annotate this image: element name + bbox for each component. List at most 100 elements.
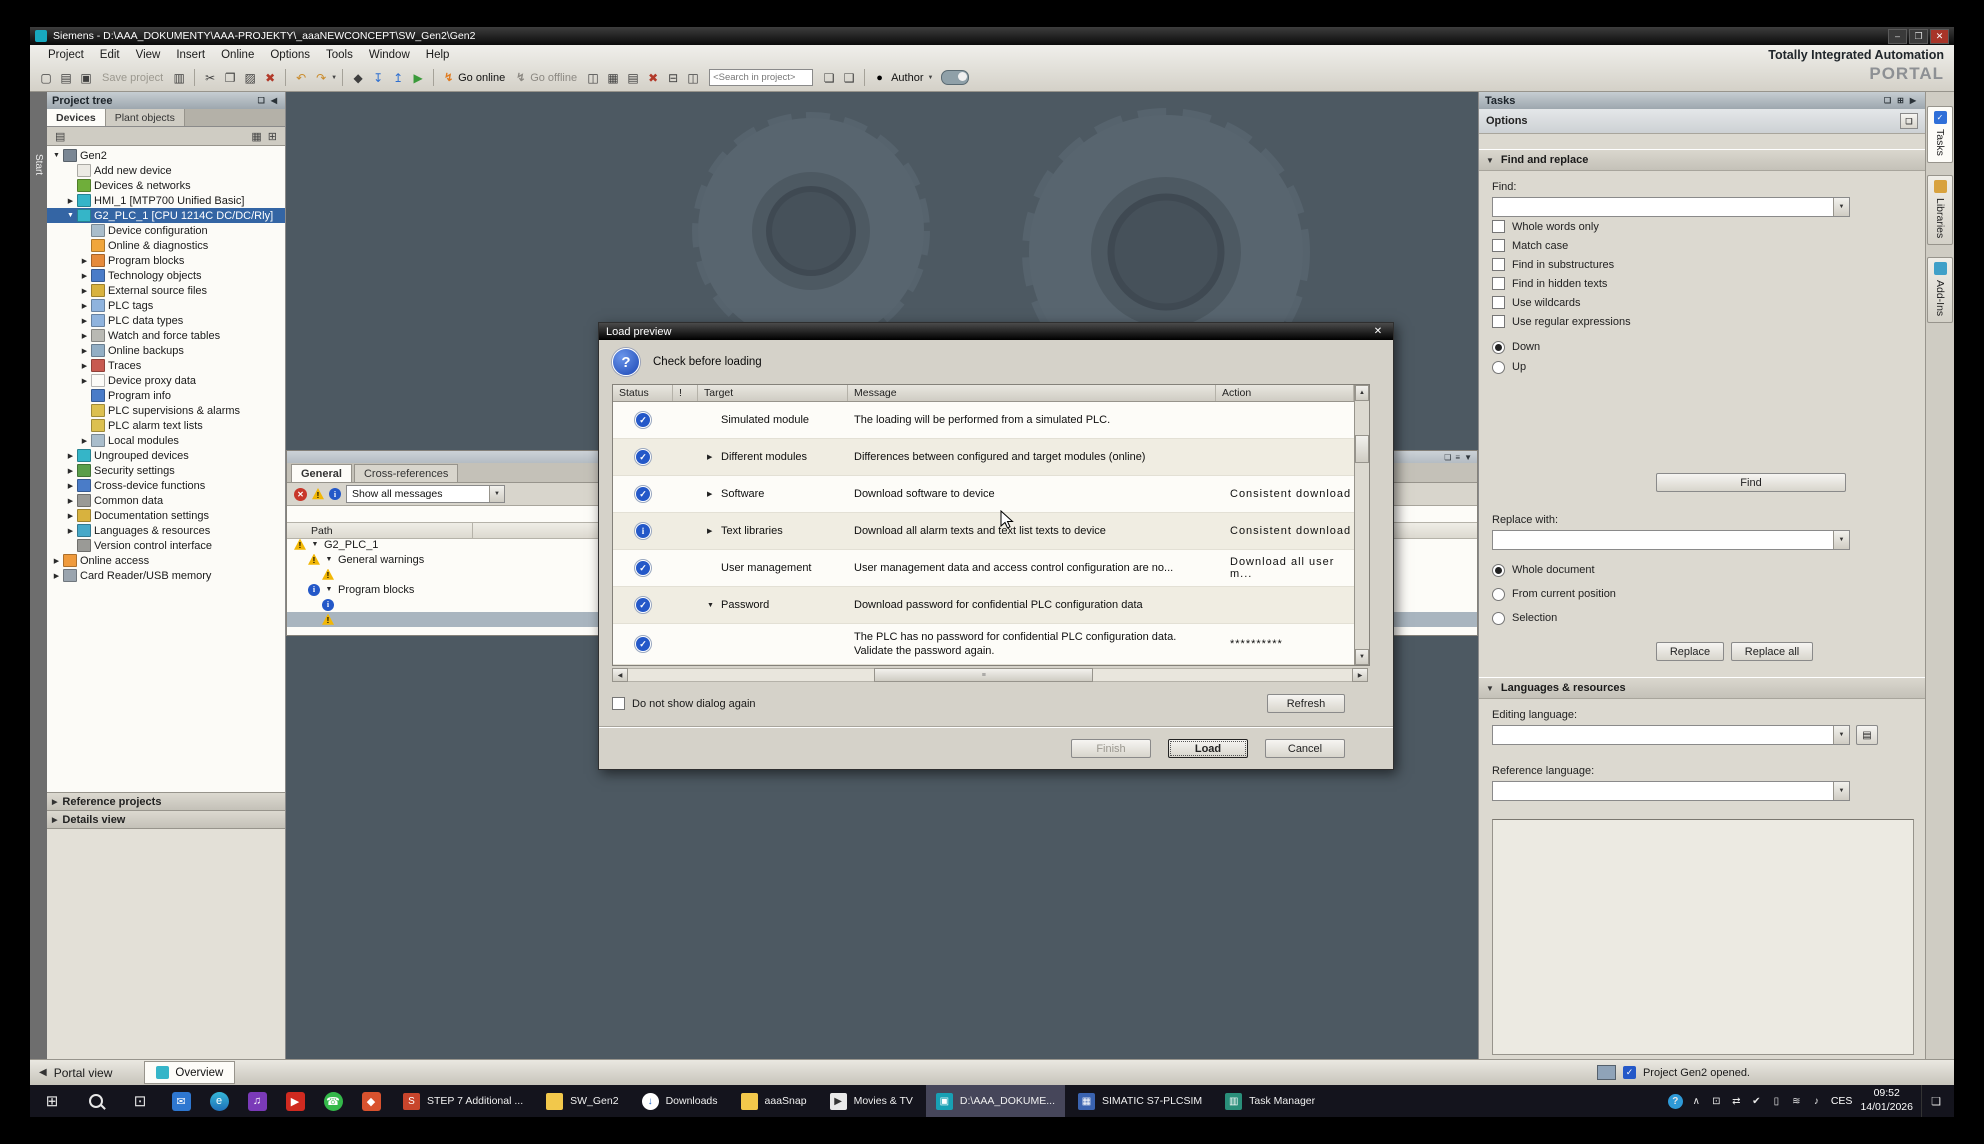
tree-item[interactable]: ▶ Local modules (47, 433, 285, 448)
replace-input[interactable] (1492, 530, 1850, 550)
find-option-row[interactable]: Use regular expressions (1492, 312, 1925, 331)
inspector-tab[interactable]: Cross-references (354, 464, 458, 482)
tree-item[interactable]: ▼ G2_PLC_1 [CPU 1214C DC/DC/Rly] (47, 208, 285, 223)
tree-item[interactable]: ▶ Languages & resources (47, 523, 285, 538)
undo-icon[interactable]: ↶ (291, 68, 311, 87)
menu-item[interactable]: Window (361, 47, 418, 63)
expand-icon[interactable]: ▶ (65, 512, 76, 520)
expand-icon[interactable]: ▶ (79, 257, 90, 265)
options-button[interactable] (1900, 113, 1918, 129)
find-replace-section-header[interactable]: Find and replace (1479, 149, 1925, 171)
menu-item[interactable]: Insert (168, 47, 213, 63)
tree-item[interactable]: ▶ Common data (47, 493, 285, 508)
tree-item[interactable]: ▶ Device proxy data (47, 373, 285, 388)
expand-icon[interactable] (52, 816, 57, 824)
horizontal-scrollbar[interactable] (612, 668, 1368, 682)
expand-all-icon[interactable] (265, 130, 280, 143)
table-row[interactable]: Simulated module The loading will be per… (613, 402, 1354, 439)
start-button[interactable]: ⊞ (30, 1085, 74, 1117)
cross-reference-icon[interactable]: ✖ (643, 68, 663, 87)
download-to-device-icon[interactable]: ↧ (368, 68, 388, 87)
expand-icon[interactable]: ▶ (79, 287, 90, 295)
checkbox[interactable] (1492, 315, 1505, 328)
tree-item[interactable]: ▶ Documentation settings (47, 508, 285, 523)
display-icon[interactable]: ⊡ (1710, 1096, 1723, 1107)
accessible-devices-icon[interactable]: ◫ (583, 68, 603, 87)
panel-menu-icon[interactable] (1455, 453, 1460, 462)
expand-icon[interactable]: ▶ (79, 362, 90, 370)
new-project-icon[interactable]: ▢ (36, 68, 56, 87)
expand-icon[interactable]: ▶ (79, 302, 90, 310)
find-button[interactable]: Find (1656, 473, 1846, 492)
taskbar-window-button[interactable]: S STEP 7 Additional ... (393, 1085, 533, 1117)
tree-item[interactable]: Program info (47, 388, 285, 403)
column-header[interactable]: Message (848, 385, 1216, 401)
column-header[interactable]: Status (613, 385, 673, 401)
radio-button[interactable] (1492, 588, 1505, 601)
combo-arrow-icon[interactable] (1833, 531, 1849, 549)
combo-arrow-icon[interactable] (1833, 198, 1849, 216)
tree-item[interactable]: ▶ Online backups (47, 343, 285, 358)
menu-item[interactable]: View (128, 47, 169, 63)
tree-item[interactable]: ▶ PLC tags (47, 298, 285, 313)
column-header[interactable]: Target (698, 385, 848, 401)
scope-radio-row[interactable]: Selection (1492, 606, 1925, 630)
radio-button[interactable] (1492, 612, 1505, 625)
expand-icon[interactable]: ▼ (324, 586, 334, 593)
window-titlebar[interactable]: Siemens - D:\AAA_DOKUMENTY\AAA-PROJEKTY\… (30, 27, 1954, 45)
language-settings-button[interactable] (1856, 725, 1878, 745)
expand-icon[interactable]: ▼ (324, 556, 334, 563)
scroll-down-icon[interactable] (1355, 649, 1369, 665)
scroll-right-icon[interactable] (1352, 668, 1368, 682)
tree-item[interactable]: ▶ HMI_1 [MTP700 Unified Basic] (47, 193, 285, 208)
find-input[interactable] (1492, 197, 1850, 217)
combo-arrow-icon[interactable] (1833, 726, 1849, 744)
scrollbar-thumb[interactable] (874, 668, 1093, 682)
expand-icon[interactable]: ▶ (65, 497, 76, 505)
languages-section-header[interactable]: Languages & resources (1479, 677, 1925, 699)
find-option-row[interactable]: Find in substructures (1492, 255, 1925, 274)
tree-filter-icon[interactable] (52, 130, 68, 143)
save-project-label[interactable]: Save project (102, 72, 163, 84)
column-header[interactable]: ! (673, 385, 698, 401)
tree-item[interactable]: PLC supervisions & alarms (47, 403, 285, 418)
replace-button[interactable]: Replace (1656, 642, 1724, 661)
tree-item[interactable]: Device configuration (47, 223, 285, 238)
tree-item[interactable]: ▶ Security settings (47, 463, 285, 478)
float-panel-icon[interactable] (1881, 96, 1894, 105)
direction-radio-row[interactable]: Down (1492, 337, 1925, 357)
float-panel-icon[interactable] (255, 96, 268, 105)
tree-item[interactable]: ▶ Card Reader/USB memory (47, 568, 285, 583)
dialog-titlebar[interactable]: Load preview (599, 323, 1393, 340)
radio-button[interactable] (1492, 564, 1505, 577)
save-project-icon[interactable]: ▣ (76, 68, 96, 87)
expand-icon[interactable]: ▶ (65, 482, 76, 490)
expand-icon[interactable]: ▶ (79, 272, 90, 280)
battery-icon[interactable]: ▯ (1770, 1096, 1783, 1107)
expand-icon[interactable]: ▶ (65, 467, 76, 475)
checkbox[interactable] (1492, 220, 1505, 233)
expand-icon[interactable]: ▶ (79, 347, 90, 355)
device-info-icon[interactable]: ▤ (623, 68, 643, 87)
tree-item[interactable]: ▶ Program blocks (47, 253, 285, 268)
tree-item[interactable]: ▶ Technology objects (47, 268, 285, 283)
filter-info-icon[interactable] (329, 488, 341, 500)
menu-item[interactable]: Edit (92, 47, 128, 63)
chevron-up-icon[interactable]: ∧ (1690, 1096, 1703, 1107)
expand-icon[interactable]: ▼ (51, 152, 62, 159)
table-row[interactable]: ▶ Different modules Differences between … (613, 439, 1354, 476)
collapse-panel-icon[interactable] (1464, 453, 1472, 462)
task-view-button[interactable]: ⊡ (118, 1085, 162, 1117)
taskbar-window-button[interactable]: aaaSnap (731, 1085, 817, 1117)
network-icon[interactable]: ≋ (1790, 1096, 1803, 1107)
taskbar-window-button[interactable]: SW_Gen2 (536, 1085, 628, 1117)
menu-item[interactable]: Tools (318, 47, 361, 63)
direction-radio-row[interactable]: Up (1492, 357, 1925, 377)
expand-icon[interactable]: ▶ (707, 527, 719, 535)
action-value[interactable] (1216, 587, 1354, 623)
filter-warnings-icon[interactable] (312, 488, 324, 500)
checkbox[interactable] (1492, 239, 1505, 252)
table-row[interactable]: ▶ Text libraries Download all alarm text… (613, 513, 1354, 550)
find-option-row[interactable]: Use wildcards (1492, 293, 1925, 312)
scroll-up-icon[interactable] (1355, 385, 1369, 401)
